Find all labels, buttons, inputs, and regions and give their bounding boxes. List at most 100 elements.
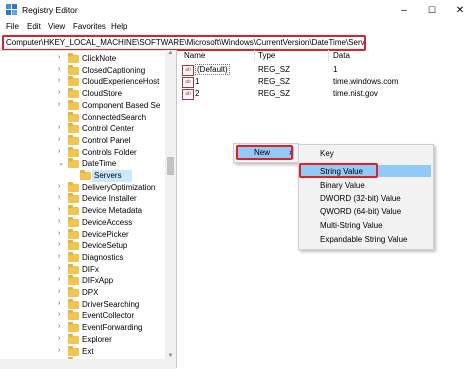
tree-item[interactable]: › DPX <box>0 287 166 299</box>
chevron-right-icon[interactable]: › <box>58 288 60 295</box>
chevron-right-icon[interactable]: › <box>58 183 60 190</box>
folder-icon <box>68 310 79 321</box>
tree-item-label: Explorer <box>82 334 112 344</box>
tree-item[interactable]: › CloudStore <box>0 88 166 100</box>
menu-help[interactable]: Help <box>111 22 127 31</box>
submenu-expandable-string-value[interactable]: Expandable String Value <box>320 235 407 244</box>
tree-item[interactable]: › DeliveryOptimization <box>0 181 166 194</box>
column-data[interactable]: Data <box>333 50 350 62</box>
chevron-right-icon[interactable]: › <box>58 230 60 237</box>
column-type[interactable]: Type <box>258 50 275 62</box>
chevron-right-icon[interactable]: › <box>58 218 60 225</box>
submenu-binary-value[interactable]: Binary Value <box>320 181 365 190</box>
chevron-right-icon[interactable]: › <box>58 323 60 330</box>
tree-item-label: Control Center <box>82 124 135 134</box>
close-button[interactable]: ✕ <box>446 0 474 20</box>
tree-item[interactable]: › Controls Folder <box>0 146 166 159</box>
value-row[interactable]: ab 2 REG_SZ time.nist.gov <box>178 88 474 100</box>
tree-item[interactable]: › Component Based Se <box>0 99 166 112</box>
tree-item[interactable]: › DriverSearching <box>0 298 166 311</box>
chevron-right-icon[interactable]: › <box>58 300 60 307</box>
scroll-thumb[interactable] <box>167 157 174 175</box>
tree-item[interactable]: › Device Metadata <box>0 205 166 217</box>
submenu-dword-value[interactable]: DWORD (32-bit) Value <box>320 194 401 203</box>
chevron-right-icon[interactable]: › <box>58 253 60 260</box>
chevron-right-icon[interactable]: › <box>58 148 60 155</box>
tree-item-label: DIFx <box>82 264 99 274</box>
folder-icon <box>68 193 79 204</box>
tree-item[interactable]: ⌄ DateTime <box>0 158 166 170</box>
tree-item[interactable]: › ClickNote <box>0 53 166 65</box>
folder-icon <box>68 205 79 216</box>
menu-favorites[interactable]: Favorites <box>73 22 106 31</box>
chevron-right-icon[interactable]: › <box>58 89 60 96</box>
tree-item-label: DriverSearching <box>82 299 140 309</box>
chevron-right-icon[interactable]: › <box>58 276 60 283</box>
value-name: (Default) <box>195 64 230 75</box>
chevron-right-icon[interactable]: › <box>58 311 60 318</box>
tree-item[interactable]: › EventForwarding <box>0 322 166 334</box>
tree-item-label: Device Metadata <box>82 206 143 216</box>
chevron-right-icon[interactable]: › <box>58 77 60 84</box>
chevron-right-icon[interactable]: › <box>58 194 60 201</box>
chevron-down-icon[interactable]: ⌄ <box>58 159 64 167</box>
column-name[interactable]: Name <box>184 50 205 62</box>
tree-item-label: ClosedCaptioning <box>82 65 146 75</box>
tree-item[interactable]: › DevicePicker <box>0 228 166 241</box>
tree-item[interactable]: › Ext <box>0 345 166 358</box>
registry-editor-icon <box>6 4 17 15</box>
tree-item-label: ConnectedSearch <box>82 112 147 122</box>
chevron-right-icon[interactable]: › <box>58 347 60 354</box>
submenu-key[interactable]: Key <box>320 149 334 158</box>
tree-item[interactable]: › EventCollector <box>0 310 166 322</box>
tree-item[interactable]: ConnectedSearch <box>0 111 166 124</box>
folder-icon <box>68 99 79 110</box>
tree-item-label: EventForwarding <box>82 323 143 333</box>
tree-item[interactable]: Servers <box>0 170 166 182</box>
address-bar[interactable]: Computer\HKEY_LOCAL_MACHINE\SOFTWARE\Mic… <box>2 35 366 51</box>
chevron-right-icon[interactable]: › <box>58 66 60 73</box>
chevron-right-icon[interactable]: › <box>58 101 60 108</box>
value-type: REG_SZ <box>258 77 291 86</box>
tree-item[interactable]: › DIFxApp <box>0 275 166 287</box>
chevron-right-icon[interactable]: › <box>58 206 60 213</box>
value-name: 1 <box>195 77 200 86</box>
value-data: time.windows.com <box>333 77 399 86</box>
tree-item[interactable]: › DeviceAccess <box>0 216 166 229</box>
chevron-right-icon[interactable]: › <box>58 265 60 272</box>
tree-scrollbar[interactable]: ▲ ▼ <box>165 50 176 367</box>
submenu-multi-string-value[interactable]: Multi-String Value <box>320 221 383 230</box>
menu-view[interactable]: View <box>48 22 65 31</box>
chevron-right-icon[interactable]: › <box>58 241 60 248</box>
tree-item[interactable]: › DeviceSetup <box>0 240 166 252</box>
tree-horizontal-scrollbar[interactable] <box>0 359 176 369</box>
scroll-up-icon[interactable]: ▲ <box>165 50 176 60</box>
folder-icon <box>80 170 91 180</box>
menu-file[interactable]: File <box>6 22 19 31</box>
minimize-button[interactable]: – <box>390 0 418 20</box>
tree-item[interactable]: › Control Center <box>0 123 166 135</box>
value-row[interactable]: ab (Default) REG_SZ 1 <box>178 64 474 76</box>
tree-item[interactable]: › DIFx <box>0 263 166 276</box>
chevron-right-icon[interactable]: › <box>58 54 60 61</box>
tree-item[interactable]: › Device Installer <box>0 193 166 205</box>
value-type: REG_SZ <box>258 89 291 98</box>
tree-item[interactable]: › ClosedCaptioning <box>0 64 166 77</box>
tree-item[interactable]: › Diagnostics <box>0 251 166 264</box>
tree-item[interactable]: › Explorer <box>0 333 166 346</box>
submenu-qword-value[interactable]: QWORD (64-bit) Value <box>320 207 401 216</box>
chevron-right-icon[interactable]: › <box>58 136 60 143</box>
tree-item-label: DeviceAccess <box>82 217 133 227</box>
maximize-button[interactable]: ☐ <box>418 0 446 20</box>
folder-icon <box>68 263 79 274</box>
chevron-right-icon[interactable]: › <box>58 124 60 131</box>
menu-edit[interactable]: Edit <box>27 22 41 31</box>
folder-icon <box>68 123 79 134</box>
folder-icon <box>68 228 79 239</box>
tree-item[interactable]: › CloudExperienceHost <box>0 76 166 88</box>
folder-icon <box>68 345 79 356</box>
tree-item-label: CloudStore <box>82 89 123 99</box>
tree-item[interactable]: › Control Panel <box>0 134 166 147</box>
value-row[interactable]: ab 1 REG_SZ time.windows.com <box>178 76 474 88</box>
chevron-right-icon[interactable]: › <box>58 335 60 342</box>
